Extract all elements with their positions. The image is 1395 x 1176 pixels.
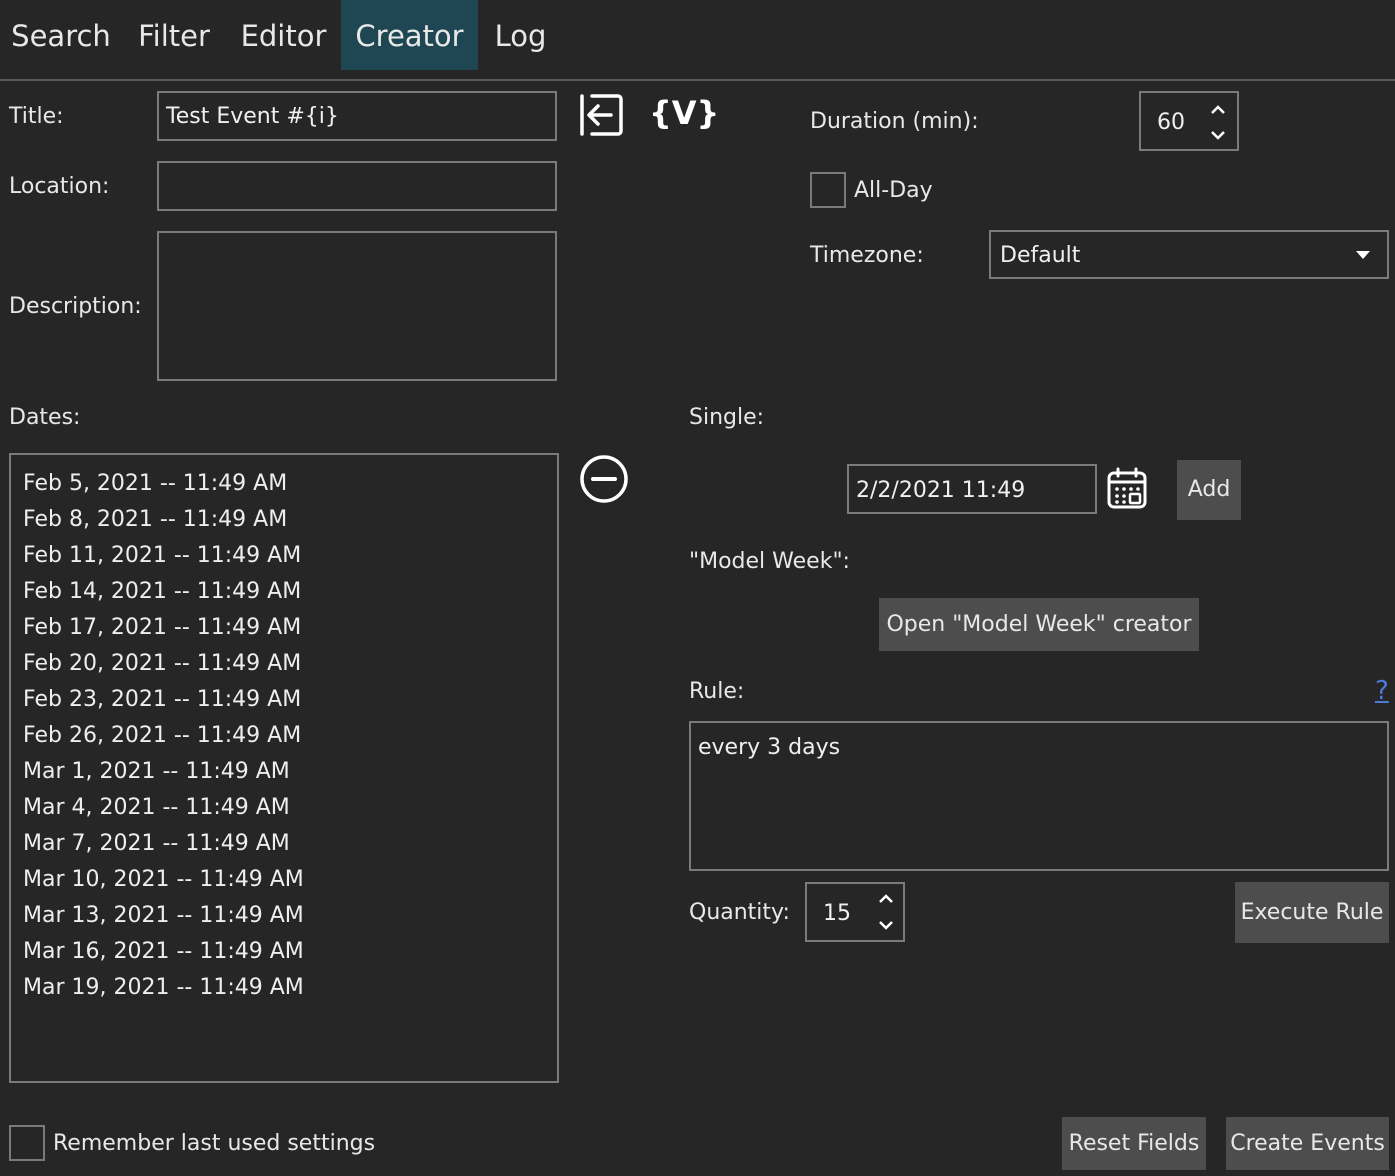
list-item[interactable]: Mar 10, 2021 -- 11:49 AM bbox=[23, 867, 304, 892]
variables-button[interactable]: {V} bbox=[649, 94, 719, 132]
chevron-down-icon[interactable] bbox=[1207, 124, 1229, 146]
quantity-label: Quantity: bbox=[689, 900, 790, 925]
minus-circle-icon[interactable] bbox=[579, 454, 629, 504]
quantity-stepper[interactable]: 15 bbox=[805, 882, 905, 942]
list-item[interactable]: Mar 13, 2021 -- 11:49 AM bbox=[23, 903, 304, 928]
list-item[interactable]: Mar 7, 2021 -- 11:49 AM bbox=[23, 831, 290, 856]
execute-rule-button[interactable]: Execute Rule bbox=[1235, 882, 1389, 943]
add-button[interactable]: Add bbox=[1177, 460, 1241, 520]
tab-search[interactable]: Search bbox=[0, 0, 122, 70]
reset-fields-button[interactable]: Reset Fields bbox=[1062, 1117, 1206, 1170]
remember-settings-label: Remember last used settings bbox=[53, 1131, 376, 1156]
duration-stepper[interactable]: 60 bbox=[1139, 91, 1239, 151]
list-item[interactable]: Mar 19, 2021 -- 11:49 AM bbox=[23, 975, 304, 1000]
description-label: Description: bbox=[9, 294, 142, 319]
dates-list[interactable]: Feb 5, 2021 -- 11:49 AM Feb 8, 2021 -- 1… bbox=[9, 453, 559, 1083]
tab-bar: Search Filter Editor Creator Log bbox=[0, 0, 1395, 81]
create-events-button[interactable]: Create Events bbox=[1226, 1117, 1389, 1170]
title-input[interactable]: Test Event #{i} bbox=[157, 91, 557, 141]
list-item[interactable]: Mar 1, 2021 -- 11:49 AM bbox=[23, 759, 290, 784]
remember-settings-checkbox[interactable] bbox=[9, 1125, 45, 1161]
rule-value: every 3 days bbox=[698, 735, 841, 760]
timezone-value: Default bbox=[1000, 243, 1081, 268]
single-date-value: 2/2/2021 11:49 bbox=[856, 478, 1026, 503]
open-model-week-button[interactable]: Open "Model Week" creator bbox=[879, 598, 1199, 651]
chevron-down-icon[interactable] bbox=[875, 914, 897, 936]
list-item[interactable]: Feb 17, 2021 -- 11:49 AM bbox=[23, 615, 301, 640]
allday-label: All-Day bbox=[854, 178, 933, 203]
description-textarea[interactable] bbox=[157, 231, 557, 381]
tab-filter[interactable]: Filter bbox=[122, 0, 226, 70]
list-item[interactable]: Feb 20, 2021 -- 11:49 AM bbox=[23, 651, 301, 676]
list-item[interactable]: Feb 5, 2021 -- 11:49 AM bbox=[23, 471, 287, 496]
timezone-label: Timezone: bbox=[810, 243, 924, 268]
allday-checkbox[interactable] bbox=[810, 172, 846, 208]
tab-log[interactable]: Log bbox=[478, 0, 563, 70]
chevron-up-icon[interactable] bbox=[1207, 99, 1229, 121]
rule-label: Rule: bbox=[689, 679, 745, 704]
dates-label: Dates: bbox=[9, 405, 81, 430]
quantity-value: 15 bbox=[823, 901, 851, 926]
tab-editor[interactable]: Editor bbox=[226, 0, 341, 70]
list-item[interactable]: Mar 16, 2021 -- 11:49 AM bbox=[23, 939, 304, 964]
timezone-select[interactable]: Default bbox=[989, 230, 1389, 279]
duration-value: 60 bbox=[1157, 110, 1185, 135]
list-item[interactable]: Feb 14, 2021 -- 11:49 AM bbox=[23, 579, 301, 604]
import-icon[interactable] bbox=[578, 92, 624, 138]
title-input-value: Test Event #{i} bbox=[166, 104, 339, 129]
list-item[interactable]: Feb 26, 2021 -- 11:49 AM bbox=[23, 723, 301, 748]
list-item[interactable]: Feb 8, 2021 -- 11:49 AM bbox=[23, 507, 287, 532]
single-date-input[interactable]: 2/2/2021 11:49 bbox=[847, 464, 1097, 514]
list-item[interactable]: Feb 23, 2021 -- 11:49 AM bbox=[23, 687, 301, 712]
tab-creator[interactable]: Creator bbox=[341, 0, 478, 70]
caret-down-icon bbox=[1355, 248, 1371, 262]
single-label: Single: bbox=[689, 405, 765, 430]
list-item[interactable]: Feb 11, 2021 -- 11:49 AM bbox=[23, 543, 301, 568]
rule-textarea[interactable]: every 3 days bbox=[689, 721, 1389, 871]
rule-help-link[interactable]: ? bbox=[1375, 676, 1389, 706]
list-item[interactable]: Mar 4, 2021 -- 11:49 AM bbox=[23, 795, 290, 820]
location-input[interactable] bbox=[157, 161, 557, 211]
duration-label: Duration (min): bbox=[810, 109, 979, 134]
calendar-icon[interactable] bbox=[1106, 467, 1148, 511]
model-week-label: "Model Week": bbox=[689, 549, 850, 574]
chevron-up-icon[interactable] bbox=[875, 888, 897, 910]
location-label: Location: bbox=[9, 174, 110, 199]
title-label: Title: bbox=[9, 104, 64, 129]
